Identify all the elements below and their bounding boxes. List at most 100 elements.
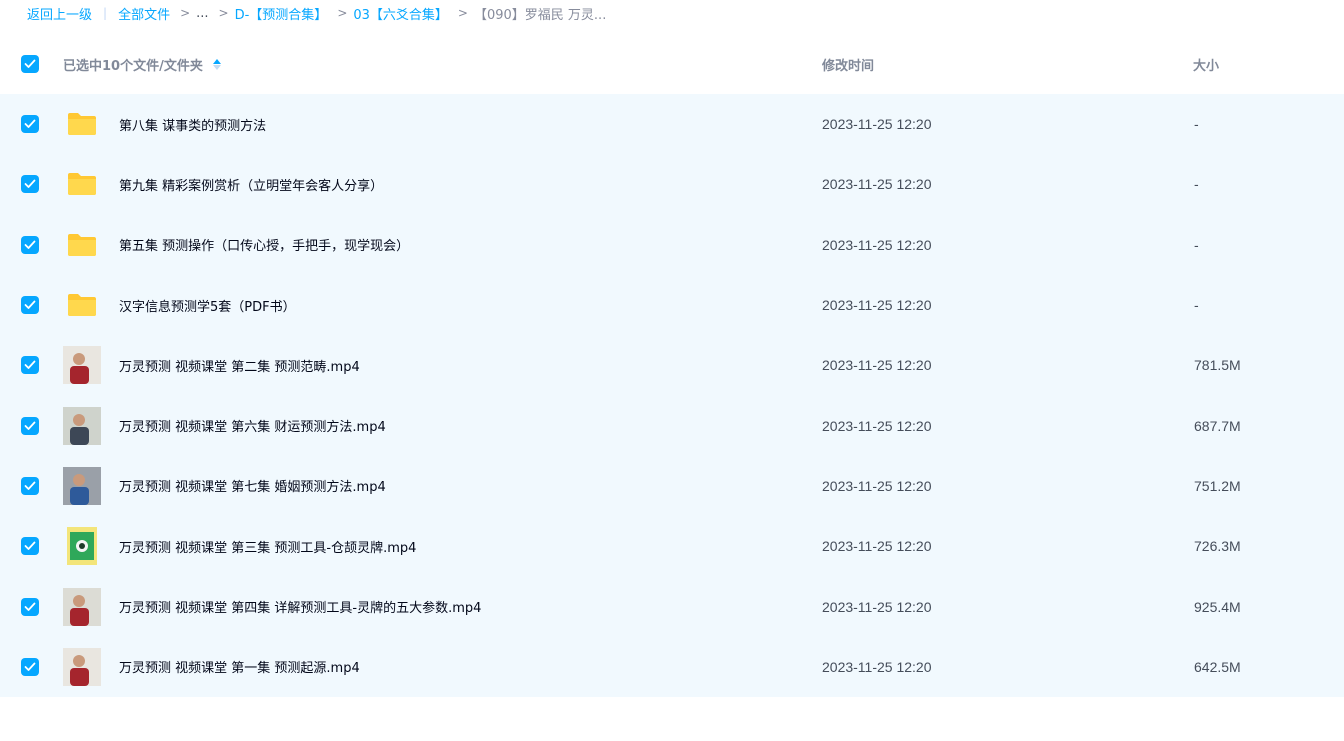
divider: | bbox=[103, 6, 108, 20]
row-checkbox[interactable] bbox=[21, 175, 39, 194]
time-column-header[interactable]: 修改时间 bbox=[822, 55, 874, 74]
row-checkbox[interactable] bbox=[21, 356, 39, 375]
breadcrumb: 返回上一级 | 全部文件 > ... > D-【预测合集】 > 03【六爻合集】… bbox=[27, 0, 606, 26]
row-checkbox[interactable] bbox=[21, 537, 39, 556]
modified-time: 2023-11-25 12:20 bbox=[822, 116, 932, 133]
modified-time: 2023-11-25 12:20 bbox=[822, 538, 932, 555]
modified-time: 2023-11-25 12:20 bbox=[822, 176, 932, 193]
chevron-right-icon: > bbox=[457, 6, 468, 20]
folder-icon-wrap bbox=[63, 105, 101, 143]
checkmark-icon bbox=[24, 59, 36, 68]
file-list: 第八集 谋事类的预测方法 2023-11-25 12:20- 第九集 精彩案例赏析（… bbox=[0, 94, 1344, 697]
file-list-header: 已选中10个文件/文件夹 修改时间 大小 bbox=[0, 36, 1344, 92]
file-row[interactable]: 万灵预测 视频课堂 第七集 婚姻预测方法.mp4 2023-11-25 12:20… bbox=[0, 456, 1344, 516]
checkmark-icon bbox=[24, 602, 36, 611]
checkmark-icon bbox=[24, 360, 36, 370]
file-size: 687.7M bbox=[1194, 417, 1241, 434]
file-name[interactable]: 万灵预测 视频课堂 第二集 预测范畴.mp4 bbox=[119, 356, 360, 375]
video-thumbnail-wrap bbox=[63, 647, 101, 686]
video-thumbnail bbox=[63, 466, 101, 505]
breadcrumb-level1[interactable]: D-【预测合集】 bbox=[235, 4, 328, 23]
row-checkbox[interactable] bbox=[21, 476, 39, 495]
file-row[interactable]: 万灵预测 视频课堂 第四集 详解预测工具-灵牌的五大参数.mp4 2023-11-… bbox=[0, 576, 1344, 636]
file-name[interactable]: 万灵预测 视频课堂 第七集 婚姻预测方法.mp4 bbox=[119, 476, 386, 495]
video-thumbnail bbox=[63, 587, 101, 626]
back-link[interactable]: 返回上一级 bbox=[27, 4, 92, 23]
file-name[interactable]: 万灵预测 视频课堂 第六集 财运预测方法.mp4 bbox=[119, 416, 386, 435]
file-row[interactable]: 万灵预测 视频课堂 第三集 预测工具-仓颉灵牌.mp4 2023-11-25 12… bbox=[0, 516, 1344, 576]
file-size: - bbox=[1194, 116, 1199, 133]
file-size: - bbox=[1194, 176, 1199, 193]
file-row[interactable]: 第八集 谋事类的预测方法 2023-11-25 12:20 - bbox=[0, 94, 1344, 154]
folder-icon bbox=[68, 294, 96, 317]
video-thumbnail-wrap bbox=[63, 466, 101, 505]
file-size: 751.2M bbox=[1194, 477, 1241, 494]
folder-icon bbox=[68, 173, 96, 196]
folder-icon-wrap bbox=[63, 226, 101, 264]
file-row[interactable]: 第五集 预测操作（口传心授，手把手，现学现会） 2023-11-25 12:20 - bbox=[0, 215, 1344, 275]
modified-time: 2023-11-25 12:20 bbox=[822, 598, 932, 615]
video-thumbnail bbox=[63, 647, 101, 686]
checkmark-icon bbox=[24, 541, 36, 551]
file-name[interactable]: 万灵预测 视频课堂 第三集 预测工具-仓颉灵牌.mp4 bbox=[119, 537, 416, 556]
breadcrumb-all-files[interactable]: 全部文件 bbox=[118, 4, 170, 23]
file-size: 781.5M bbox=[1194, 357, 1241, 374]
modified-time: 2023-11-25 12:20 bbox=[822, 417, 932, 434]
video-thumbnail-wrap bbox=[63, 346, 101, 385]
video-thumbnail-wrap bbox=[63, 587, 101, 626]
video-thumbnail-wrap bbox=[63, 527, 101, 566]
file-row[interactable]: 汉字信息预测学5套（PDF书） 2023-11-25 12:20 - bbox=[0, 275, 1344, 335]
modified-time: 2023-11-25 12:20 bbox=[822, 357, 932, 374]
video-thumbnail bbox=[63, 346, 101, 385]
file-size: - bbox=[1194, 236, 1199, 253]
modified-time: 2023-11-25 12:20 bbox=[822, 236, 932, 253]
checkmark-icon bbox=[24, 119, 36, 129]
checkmark-icon bbox=[24, 481, 36, 490]
row-checkbox[interactable] bbox=[21, 115, 39, 134]
file-row[interactable]: 第九集 精彩案例赏析（立明堂年会客人分享） 2023-11-25 12:20 - bbox=[0, 154, 1344, 214]
folder-icon-wrap bbox=[63, 165, 101, 203]
modified-time: 2023-11-25 12:20 bbox=[822, 477, 932, 494]
row-checkbox[interactable] bbox=[21, 416, 39, 435]
row-checkbox[interactable] bbox=[21, 296, 39, 315]
file-name[interactable]: 第五集 预测操作（口传心授，手把手，现学现会） bbox=[119, 235, 409, 254]
breadcrumb-current: 【090】罗福民 万灵... bbox=[473, 7, 607, 23]
folder-icon-wrap bbox=[63, 286, 101, 324]
chevron-right-icon: > bbox=[337, 6, 348, 20]
file-row[interactable]: 万灵预测 视频课堂 第一集 预测起源.mp4 2023-11-25 12:20 64… bbox=[0, 637, 1344, 697]
folder-icon bbox=[68, 113, 96, 136]
breadcrumb-level2[interactable]: 03【六爻合集】 bbox=[353, 4, 448, 23]
select-all-checkbox[interactable] bbox=[21, 55, 39, 73]
checkmark-icon bbox=[24, 240, 36, 249]
modified-time: 2023-11-25 12:20 bbox=[822, 658, 932, 675]
file-name[interactable]: 第八集 谋事类的预测方法 bbox=[119, 115, 266, 134]
breadcrumb-ellipsis[interactable]: ... bbox=[196, 6, 208, 21]
file-row[interactable]: 万灵预测 视频课堂 第六集 财运预测方法.mp4 2023-11-25 12:20… bbox=[0, 395, 1344, 455]
file-size: - bbox=[1194, 297, 1199, 314]
file-size: 726.3M bbox=[1194, 538, 1241, 555]
file-row[interactable]: 万灵预测 视频课堂 第二集 预测范畴.mp4 2023-11-25 12:20 78… bbox=[0, 335, 1344, 395]
folder-icon bbox=[68, 233, 96, 256]
chevron-right-icon: > bbox=[180, 6, 191, 20]
name-column-header[interactable]: 已选中10个文件/文件夹 bbox=[63, 55, 221, 74]
row-checkbox[interactable] bbox=[21, 657, 39, 676]
file-name[interactable]: 汉字信息预测学5套（PDF书） bbox=[119, 296, 296, 315]
video-thumbnail bbox=[67, 527, 97, 566]
sort-icon[interactable] bbox=[212, 58, 221, 70]
checkmark-icon bbox=[24, 300, 36, 309]
file-size: 925.4M bbox=[1194, 598, 1241, 615]
file-name[interactable]: 第九集 精彩案例赏析（立明堂年会客人分享） bbox=[119, 175, 383, 194]
row-checkbox[interactable] bbox=[21, 597, 39, 616]
file-name[interactable]: 万灵预测 视频课堂 第四集 详解预测工具-灵牌的五大参数.mp4 bbox=[119, 597, 481, 616]
checkmark-icon bbox=[24, 662, 36, 671]
checkmark-icon bbox=[24, 421, 36, 430]
file-name[interactable]: 万灵预测 视频课堂 第一集 预测起源.mp4 bbox=[119, 657, 360, 676]
selected-count-label: 已选中10个文件/文件夹 bbox=[63, 58, 203, 74]
modified-time: 2023-11-25 12:20 bbox=[822, 297, 932, 314]
size-column-header[interactable]: 大小 bbox=[1193, 55, 1219, 74]
file-size: 642.5M bbox=[1194, 658, 1241, 675]
checkmark-icon bbox=[24, 180, 36, 189]
chevron-right-icon: > bbox=[218, 6, 229, 20]
row-checkbox[interactable] bbox=[21, 235, 39, 254]
video-thumbnail-wrap bbox=[63, 406, 101, 445]
